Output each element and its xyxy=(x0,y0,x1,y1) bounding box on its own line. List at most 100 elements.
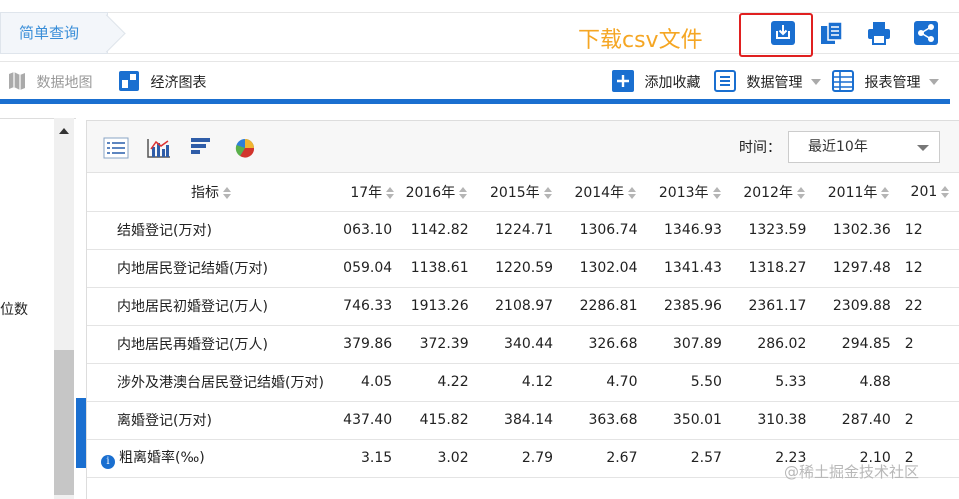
map-icon xyxy=(9,72,25,90)
value-cell: 2361.17 xyxy=(731,287,817,326)
value-cell: 350.01 xyxy=(647,401,732,440)
add-favorite-button[interactable]: 添加收藏 xyxy=(612,70,700,92)
plus-icon xyxy=(612,70,634,92)
year-header-label: 17年 xyxy=(350,184,383,201)
data-management-label: 数据管理 xyxy=(746,75,803,91)
sort-icon[interactable] xyxy=(881,186,890,199)
table-row[interactable]: 涉外及港澳台居民登记结婚(万对) 4.05 4.22 4.12 4.70 5.50 5.33… xyxy=(87,363,959,402)
indicator-name: 粗离婚率(‰) xyxy=(119,450,205,466)
year-header[interactable]: 2012年 xyxy=(731,173,817,212)
sort-icon[interactable] xyxy=(796,186,805,199)
table-row[interactable]: 内地居民登记结婚(万对) 059.04 1138.61 1220.59 1302.04 1… xyxy=(87,249,959,288)
year-header-label: 2013年 xyxy=(658,184,709,201)
time-range-select[interactable]: 最近10年 xyxy=(788,131,940,163)
value-cell: 4.22 xyxy=(394,363,479,402)
table-header-row: 指标 17年 2016年 2015年 2014年 2013年 2012年 2011年 201 xyxy=(87,173,959,212)
economic-charts-button[interactable]: 经济图表 xyxy=(118,70,206,92)
value-cell: 12 xyxy=(900,211,959,250)
indicator-name: 内地居民登记结婚(万对) xyxy=(117,261,268,277)
info-icon[interactable]: i xyxy=(101,455,115,469)
table-row[interactable]: 离婚登记(万对) 437.40 415.82 384.14 363.68 350.01 31… xyxy=(87,401,959,440)
value-cell: 1297.48 xyxy=(816,249,901,288)
download-csv-annotation: 下载csv文件 xyxy=(578,28,703,53)
sort-icon[interactable] xyxy=(222,186,231,199)
year-header-label: 2012年 xyxy=(743,184,793,201)
pie-chart-icon[interactable] xyxy=(232,137,258,159)
indicator-cell: 内地居民初婚登记(万人) xyxy=(87,287,335,326)
value-cell: 2.57 xyxy=(647,439,732,478)
value-cell: 4.05 xyxy=(334,363,395,402)
copy-icon[interactable] xyxy=(819,20,845,46)
indicator-cell: 涉外及港澳台居民登记结婚(万对) xyxy=(87,363,335,402)
data-table: 指标 17年 2016年 2015年 2014年 2013年 2012年 2011年 201 … xyxy=(87,173,959,478)
download-icon[interactable] xyxy=(770,20,796,46)
left-partial-label: 位数 xyxy=(0,302,28,318)
year-header[interactable]: 2015年 xyxy=(478,173,564,212)
table-row[interactable]: 内地居民初婚登记(万人) 746.33 1913.26 2108.97 2286.81 2… xyxy=(87,287,959,326)
year-header-label: 2016年 xyxy=(405,184,456,201)
share-icon[interactable] xyxy=(913,20,939,46)
year-header[interactable]: 201 xyxy=(900,173,959,212)
list-icon xyxy=(714,70,736,92)
year-header-label: 201 xyxy=(910,183,938,200)
table-row[interactable]: 结婚登记(万对) 063.10 1142.82 1224.71 1306.74 1346.… xyxy=(87,211,959,250)
value-cell: 1220.59 xyxy=(478,249,564,288)
value-cell: 415.82 xyxy=(394,401,479,440)
view-toolbar: 时间： 最近10年 xyxy=(87,121,959,173)
value-cell xyxy=(900,363,959,402)
print-icon[interactable] xyxy=(866,20,892,46)
bar-chart-icon[interactable] xyxy=(146,137,172,159)
indicator-header[interactable]: 指标 xyxy=(87,173,335,212)
data-management-menu[interactable]: 数据管理 xyxy=(714,70,821,92)
report-management-label: 报表管理 xyxy=(864,75,921,91)
list-view-icon[interactable] xyxy=(103,137,129,159)
chevron-down-icon xyxy=(928,79,939,85)
value-cell: 2309.88 xyxy=(816,287,901,326)
left-scrollbar-thumb[interactable] xyxy=(54,350,74,495)
sort-icon[interactable] xyxy=(628,186,637,199)
year-header[interactable]: 2014年 xyxy=(563,173,648,212)
value-cell: 340.44 xyxy=(478,325,564,364)
year-header[interactable]: 2011年 xyxy=(816,173,901,212)
tab-simple-query-label: 简单查询 xyxy=(19,24,80,42)
watermark: @稀土掘金技术社区 xyxy=(784,463,920,481)
value-cell: 2108.97 xyxy=(478,287,564,326)
sort-icon[interactable] xyxy=(543,186,552,199)
scroll-up-icon[interactable] xyxy=(59,128,69,134)
year-header-label: 2011年 xyxy=(827,184,878,201)
sort-icon[interactable] xyxy=(459,186,468,199)
value-cell: 1302.36 xyxy=(816,211,901,250)
charts-icon xyxy=(119,71,139,91)
data-map-button[interactable]: 数据地图 xyxy=(6,70,92,92)
add-favorite-label: 添加收藏 xyxy=(644,75,701,91)
table-icon xyxy=(832,70,854,92)
sort-icon[interactable] xyxy=(386,186,395,199)
value-cell: 1142.82 xyxy=(394,211,479,250)
indicator-cell: 内地居民登记结婚(万对) xyxy=(87,249,335,288)
indicator-name: 结婚登记(万对) xyxy=(117,223,212,239)
data-map-label: 数据地图 xyxy=(36,75,93,91)
year-header[interactable]: 2013年 xyxy=(647,173,732,212)
sort-icon[interactable] xyxy=(941,185,950,198)
tab-simple-query[interactable]: 简单查询 xyxy=(0,12,108,54)
table-row[interactable]: 内地居民再婚登记(万人) 379.86 372.39 340.44 326.68 307.… xyxy=(87,325,959,364)
indicator-name: 涉外及港澳台居民登记结婚(万对) xyxy=(117,375,324,391)
value-cell: 2 xyxy=(900,401,959,440)
value-cell: 379.86 xyxy=(334,325,395,364)
value-cell: 1224.71 xyxy=(478,211,564,250)
indicator-name: 离婚登记(万对) xyxy=(117,413,212,429)
year-header[interactable]: 17年 xyxy=(334,173,395,212)
value-cell: 12 xyxy=(900,249,959,288)
horizontal-bar-icon[interactable] xyxy=(188,137,214,159)
sort-icon[interactable] xyxy=(712,186,721,199)
indicator-cell: 内地居民再婚登记(万人) xyxy=(87,325,335,364)
year-header[interactable]: 2016年 xyxy=(394,173,479,212)
panel-resize-handle[interactable] xyxy=(76,398,86,468)
report-management-menu[interactable]: 报表管理 xyxy=(832,70,939,92)
year-header-label: 2014年 xyxy=(574,184,625,201)
top-strip xyxy=(0,12,959,54)
value-cell: 307.89 xyxy=(647,325,732,364)
year-header-label: 2015年 xyxy=(490,184,540,201)
value-cell: 437.40 xyxy=(334,401,395,440)
value-cell: 2286.81 xyxy=(563,287,648,326)
